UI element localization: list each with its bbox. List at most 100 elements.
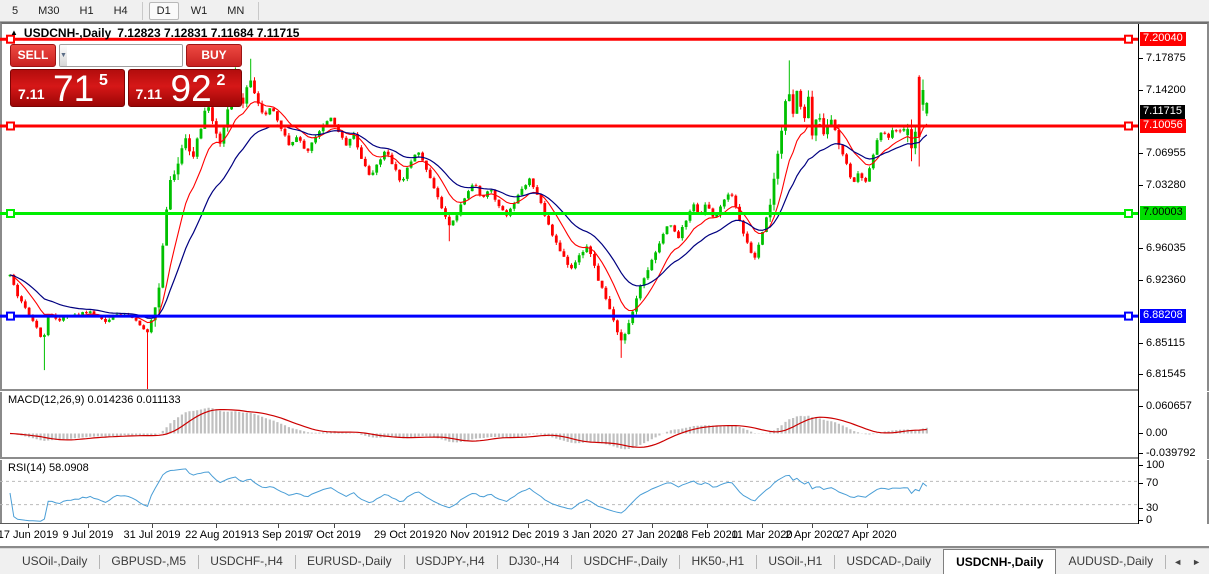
chart-tab-gbpusd-m5[interactable]: GBPUSD-,M5 — [99, 549, 198, 574]
buy-price-sup: 2 — [216, 72, 226, 89]
time-axis-label: 22 Aug 2019 — [185, 529, 247, 541]
price-axis-tick — [1139, 58, 1143, 59]
time-axis[interactable]: 17 Jun 2019 9 Jul 2019 31 Jul 2019 22 Aug 2… — [0, 524, 1209, 546]
hline-handle[interactable] — [6, 121, 15, 131]
price-axis[interactable]: 7.17875 7.14200 7.06955 7.03280 6.96035 6.923… — [1138, 24, 1207, 526]
indicator-axis-tick — [1139, 433, 1143, 434]
timeframe-button-W1[interactable]: W1 — [183, 2, 216, 20]
hline-handle[interactable] — [1124, 34, 1133, 44]
buy-button[interactable]: BUY — [186, 44, 242, 67]
timeframe-button-H4[interactable]: H4 — [106, 2, 136, 20]
sell-price-prefix: 7.11 — [18, 86, 45, 102]
time-axis-label: 12 Dec 2019 — [496, 529, 560, 541]
chart-tab-usdchf-h4[interactable]: USDCHF-,H4 — [198, 549, 295, 574]
one-click-trading-panel: SELL ▼ ▲ BUY 7.11 71 5 7.11 — [10, 44, 242, 107]
macd-indicator-label: MACD(12,26,9) 0.014236 0.011133 — [8, 394, 181, 406]
sell-price-display[interactable]: 7.11 71 5 — [10, 69, 125, 107]
indicator-axis-label: 0 — [1146, 514, 1153, 526]
volume-input[interactable] — [66, 45, 182, 66]
hline-handle[interactable] — [1124, 209, 1133, 218]
time-axis-tick — [707, 524, 708, 528]
chart-tab-usoil-h1[interactable]: USOil-,H1 — [756, 549, 834, 574]
indicator-axis-tick — [1139, 406, 1143, 407]
chart-title: ▲ USDCNH-,Daily 7.12823 7.12831 7.11684 … — [10, 26, 299, 40]
timeframe-button-D1[interactable]: D1 — [148, 1, 179, 20]
price-badge-6.88208: 6.88208 — [1140, 309, 1186, 324]
timeframe-button-M30[interactable]: M30 — [30, 2, 67, 20]
chart-tab-eurusd-daily[interactable]: EURUSD-,Daily — [295, 549, 404, 574]
time-axis-tick — [762, 524, 763, 528]
time-axis-label: 3 Jan 2020 — [562, 529, 618, 541]
time-axis-tick — [334, 524, 335, 528]
tab-scroll-arrows: ◄ ► — [1165, 549, 1209, 574]
indicator-axis-tick — [1139, 453, 1143, 454]
chart-tab-hk50-h1[interactable]: HK50-,H1 — [680, 549, 757, 574]
time-axis-label: 11 Mar 2020 — [731, 529, 793, 541]
hline-handle[interactable] — [1124, 121, 1133, 131]
toolbar-separator — [141, 1, 143, 20]
price-axis-tick — [1139, 374, 1143, 376]
sell-button[interactable]: SELL — [10, 44, 56, 67]
chart-symbol-label: USDCNH-,Daily — [23, 26, 112, 40]
timeframe-button-MN[interactable]: MN — [219, 2, 252, 20]
price-badge-7.10056: 7.10056 — [1140, 119, 1186, 134]
time-axis-tick — [88, 524, 89, 528]
time-axis-label: 29 Oct 2019 — [374, 529, 434, 541]
chart-tab-usdchf-daily[interactable]: USDCHF-,Daily — [571, 549, 679, 574]
time-axis-tick — [152, 524, 153, 528]
tab-scroll-left-icon[interactable]: ◄ — [1173, 557, 1182, 567]
time-axis-tick — [28, 524, 29, 528]
one-click-panel-toggle-icon[interactable]: ▲ — [10, 28, 18, 37]
ma-slow-line — [9, 124, 928, 319]
time-axis-tick — [466, 524, 467, 528]
time-axis-tick — [652, 524, 653, 528]
time-axis-tick — [216, 524, 217, 528]
chart-tab-dj30-h4[interactable]: DJ30-,H4 — [497, 549, 572, 574]
chart-tab-usdjpy-h4[interactable]: USDJPY-,H4 — [404, 549, 497, 574]
hline-handle[interactable] — [6, 311, 15, 321]
rsi-indicator-label: RSI(14) 58.0908 — [8, 462, 89, 474]
hline-handle[interactable] — [6, 209, 15, 218]
indicator-axis-tick — [1139, 465, 1143, 466]
indicator-axis-label: 70 — [1146, 477, 1159, 489]
time-axis-label: 20 Nov 2019 — [434, 529, 498, 541]
time-axis-label: 27 Apr 2020 — [837, 529, 897, 541]
time-axis-label: 17 Jun 2019 — [0, 529, 59, 541]
hline-handle[interactable] — [1124, 311, 1133, 321]
price-axis-label: 7.14200 — [1146, 83, 1186, 96]
macd-signal-line — [9, 409, 927, 448]
time-axis-tick — [812, 524, 813, 528]
price-badge-7.11715: 7.11715 — [1140, 104, 1185, 119]
bear-candle-wicks — [13, 75, 920, 389]
indicator-axis-tick — [1139, 508, 1143, 509]
indicator-axis-tick — [1139, 520, 1143, 521]
timeframe-button-5[interactable]: 5 — [4, 2, 26, 20]
price-axis-label: 6.92360 — [1146, 273, 1186, 286]
price-axis-label: 6.81545 — [1146, 368, 1186, 381]
price-axis-tick — [1139, 89, 1143, 91]
sell-price-big: 71 — [53, 69, 95, 107]
chart-tab-audusd-daily[interactable]: AUDUSD-,Daily — [1056, 549, 1165, 574]
price-axis-tick — [1139, 247, 1143, 249]
time-axis-label: 27 Jan 2020 — [621, 529, 683, 541]
tab-scroll-right-icon[interactable]: ► — [1192, 557, 1201, 567]
price-badge-7.20040: 7.20040 — [1140, 32, 1186, 47]
timeframe-button-H1[interactable]: H1 — [72, 2, 102, 20]
price-axis-tick — [1139, 184, 1143, 186]
chart-tab-usoil-daily[interactable]: USOil-,Daily — [10, 549, 99, 574]
buy-price-big: 92 — [170, 69, 212, 107]
rsi-indicator-canvas — [0, 468, 1138, 522]
chart-tab-usdcad-daily[interactable]: USDCAD-,Daily — [834, 549, 943, 574]
timeframe-toolbar: 5 M30 H1 H4 D1 W1 MN — [0, 0, 1209, 22]
indicator-axis-label: 0.060657 — [1146, 400, 1192, 412]
time-axis-tick — [278, 524, 279, 528]
time-axis-tick — [867, 524, 868, 528]
time-axis-tick — [528, 524, 529, 528]
chart-tab-bar: USOil-,Daily GBPUSD-,M5 USDCHF-,H4 EURUSD-,… — [0, 548, 1209, 574]
price-axis-label: 7.03280 — [1146, 178, 1186, 191]
chart-tab-usdcnh-daily[interactable]: USDCNH-,Daily — [943, 549, 1057, 574]
buy-price-display[interactable]: 7.11 92 2 — [127, 69, 242, 107]
volume-stepper: ▼ ▲ — [59, 44, 183, 67]
price-axis-label: 7.06955 — [1146, 146, 1186, 159]
volume-decrease-button[interactable]: ▼ — [60, 45, 67, 66]
